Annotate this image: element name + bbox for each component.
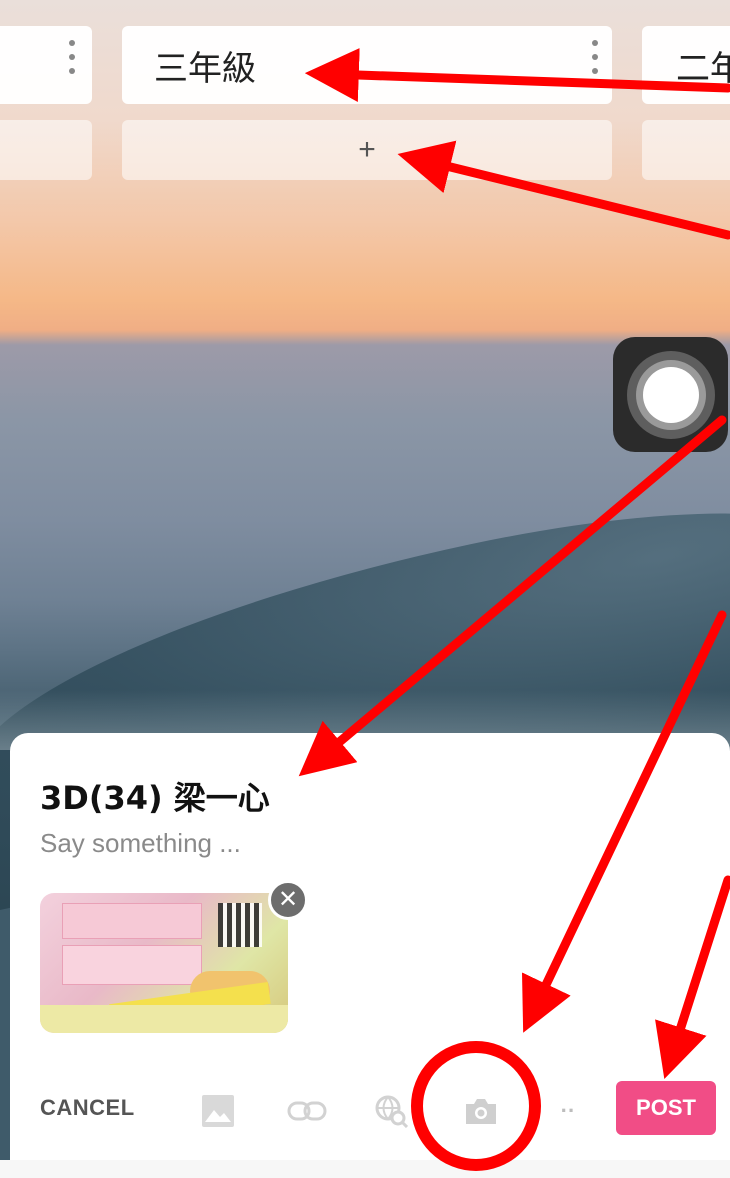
- attachment-thumbnail[interactable]: [40, 893, 288, 1033]
- web-search-icon[interactable]: [373, 1093, 409, 1129]
- remove-attachment-button[interactable]: ✕: [268, 880, 308, 920]
- link-icon[interactable]: [285, 1093, 329, 1129]
- column-menu-grade3-icon[interactable]: [591, 40, 599, 74]
- camera-icon[interactable]: [463, 1093, 499, 1129]
- column-header-grade3[interactable]: 三年級: [122, 26, 612, 104]
- column-header-left[interactable]: [0, 26, 92, 104]
- column-header-grade2[interactable]: 二年: [642, 26, 730, 104]
- assistive-touch-icon: [642, 366, 699, 423]
- close-icon: ✕: [277, 886, 299, 913]
- bottom-strip: [0, 1160, 730, 1178]
- add-post-grade3-button[interactable]: +: [122, 120, 612, 180]
- add-post-grade2-button[interactable]: [642, 120, 730, 180]
- padlet-board-screen: 三年級 + 二年 3D(34) 梁一心 Say something ... ✕ …: [0, 0, 730, 1178]
- post-composer: 3D(34) 梁一心 Say something ... ✕ CANCEL ··…: [10, 733, 730, 1178]
- post-button[interactable]: POST: [616, 1081, 716, 1135]
- cancel-button[interactable]: CANCEL: [40, 1095, 135, 1121]
- post-text-input[interactable]: Say something ...: [40, 828, 241, 859]
- more-icon[interactable]: ··: [550, 1093, 586, 1129]
- column-title-grade2: 二年: [676, 48, 730, 89]
- composer-toolbar: CANCEL ·· POST: [10, 1081, 730, 1141]
- image-icon[interactable]: [200, 1093, 236, 1129]
- post-author-name: 3D(34) 梁一心: [40, 779, 270, 817]
- add-post-left-button[interactable]: [0, 120, 92, 180]
- assistive-touch-button[interactable]: [613, 337, 728, 452]
- add-icon: +: [358, 133, 376, 166]
- column-title-grade3: 三年級: [154, 48, 256, 89]
- column-menu-left-icon[interactable]: [68, 40, 76, 74]
